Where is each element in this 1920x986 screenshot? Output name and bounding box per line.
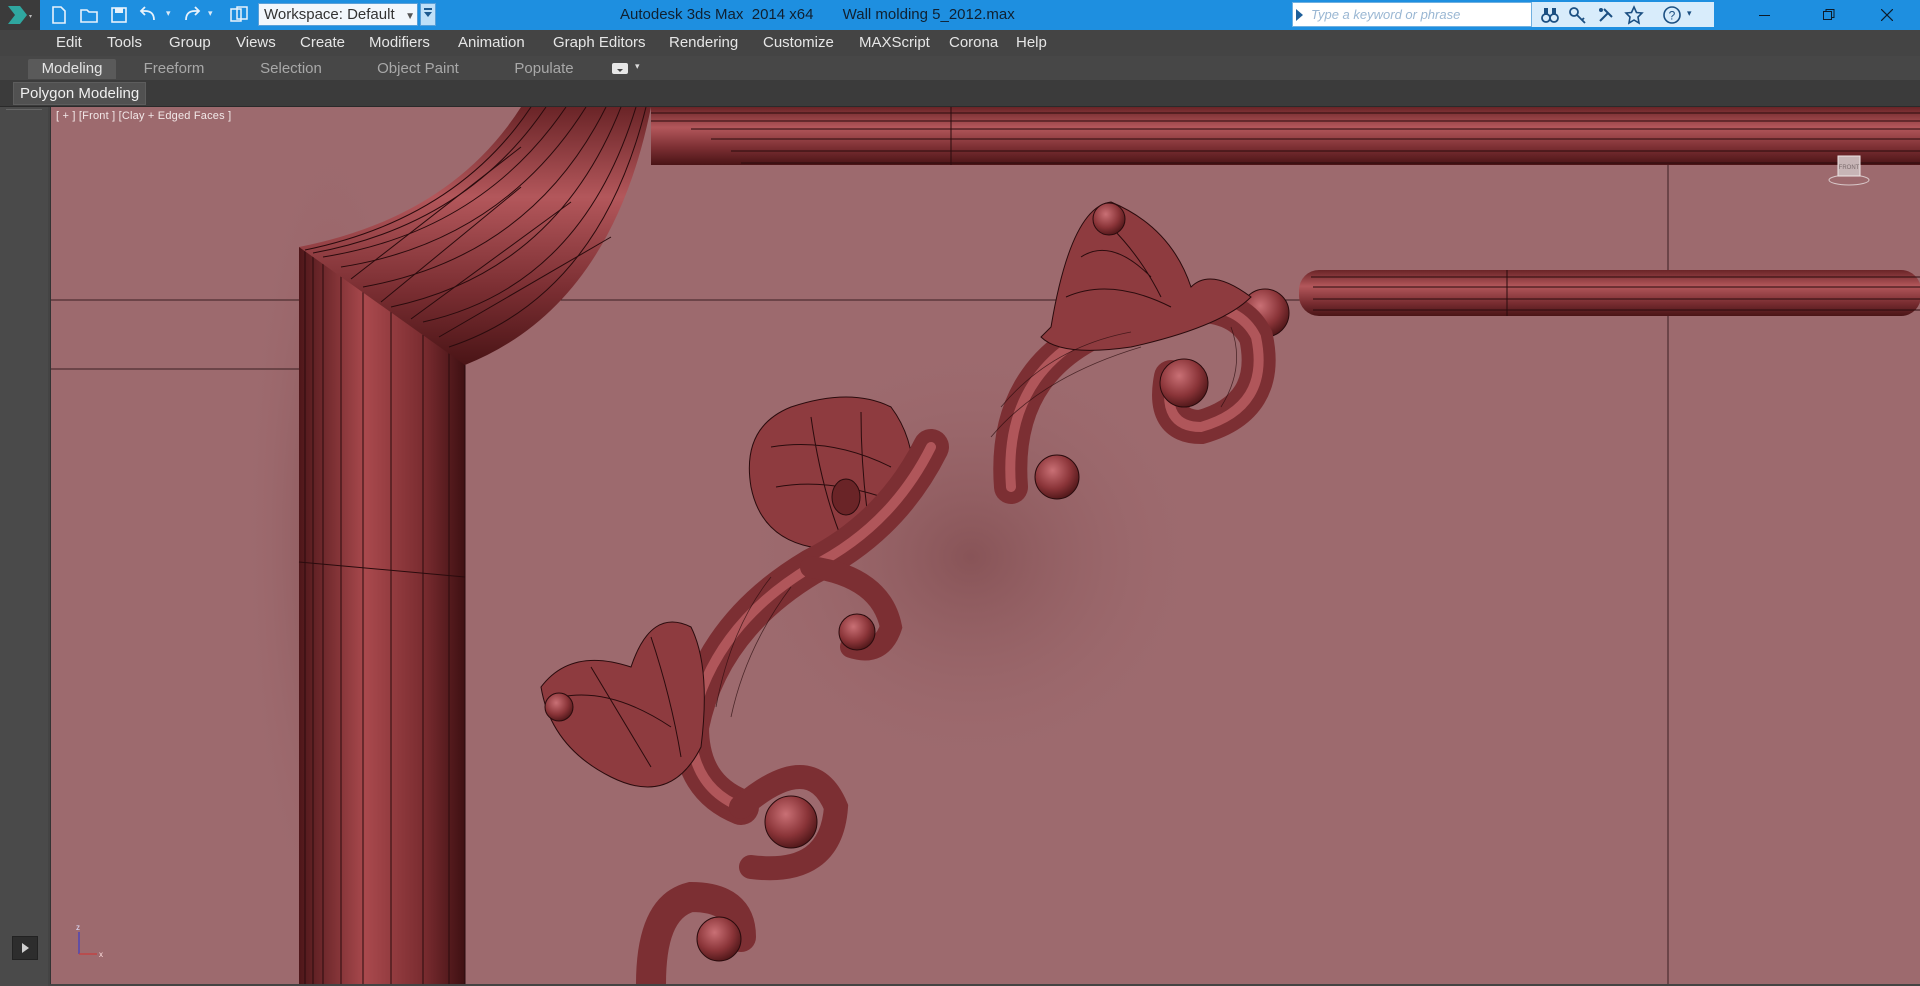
tab-freeform[interactable]: Freeform (130, 59, 218, 79)
menu-group[interactable]: Group (169, 34, 211, 51)
viewcube-icon[interactable]: FRONT (1827, 150, 1871, 190)
menu-bar: Edit Tools Group Views Create Modifiers … (0, 30, 1920, 56)
close-icon (1881, 9, 1893, 21)
app-title: Autodesk 3ds Max 2014 x64 (620, 6, 814, 23)
ribbon-options-icon[interactable] (612, 63, 628, 74)
workspace-value: Workspace: Default (264, 6, 395, 23)
workspace-select[interactable]: Workspace: Default ▼ (258, 3, 418, 26)
menu-corona[interactable]: Corona (949, 34, 998, 51)
search-placeholder: Type a keyword or phrase (1311, 7, 1461, 22)
menu-modifiers[interactable]: Modifiers (369, 34, 430, 51)
axis-x-label: x (99, 950, 103, 959)
ribbon-panel: Polygon Modeling (0, 80, 1920, 107)
app-menu-button[interactable] (0, 0, 40, 30)
undo-icon[interactable] (138, 4, 160, 26)
tab-populate[interactable]: Populate (500, 59, 588, 79)
molding-render (51, 107, 1920, 984)
strip-divider (6, 109, 42, 110)
menu-rendering[interactable]: Rendering (669, 34, 738, 51)
file-name: Wall molding 5_2012.max (842, 6, 1015, 23)
menu-maxscript[interactable]: MAXScript (859, 34, 930, 51)
menu-help[interactable]: Help (1016, 34, 1047, 51)
chevron-down-icon: ▼ (405, 11, 415, 22)
restore-icon (1823, 9, 1835, 20)
undo-dropdown-icon[interactable]: ▾ (166, 8, 171, 19)
viewport-label[interactable]: [ + ] [Front ] [Clay + Edged Faces ] (56, 110, 231, 122)
key-icon[interactable] (1568, 5, 1588, 25)
viewcube-label: FRONT (1839, 165, 1860, 171)
menu-create[interactable]: Create (300, 34, 345, 51)
menu-animation[interactable]: Animation (458, 34, 525, 51)
axis-z-label: z (76, 923, 80, 932)
tab-selection[interactable]: Selection (246, 59, 336, 79)
title-bar: ▾ ▾ Workspace: Default ▼ Autodesk 3ds Ma… (0, 0, 1920, 30)
svg-text:?: ? (1669, 9, 1676, 23)
infocenter-toolbar: ? ▾ (1532, 2, 1714, 27)
tab-modeling[interactable]: Modeling (28, 59, 116, 79)
axis-tripod-icon: z x (76, 923, 103, 959)
redo-icon[interactable] (180, 4, 202, 26)
help-icon[interactable]: ? (1662, 5, 1682, 25)
binoculars-icon[interactable] (1540, 5, 1560, 25)
workspace-options-button[interactable] (420, 3, 436, 26)
close-button[interactable] (1864, 0, 1910, 30)
menu-edit[interactable]: Edit (56, 34, 82, 51)
project-icon[interactable] (228, 4, 250, 26)
save-icon[interactable] (108, 4, 130, 26)
new-icon[interactable] (48, 4, 70, 26)
front-viewport[interactable]: [ + ] [Front ] [Clay + Edged Faces ] FRO… (50, 107, 1920, 984)
search-expand-icon[interactable] (1296, 9, 1303, 21)
restore-button[interactable] (1806, 0, 1852, 30)
minimize-button[interactable] (1742, 0, 1788, 30)
menu-graph-editors[interactable]: Graph Editors (553, 34, 646, 51)
max-logo-icon (8, 6, 32, 24)
ribbon-options-glyph-icon (617, 69, 623, 72)
help-dropdown-icon[interactable]: ▾ (1687, 8, 1692, 19)
ribbon-dropdown-icon[interactable]: ▾ (635, 61, 640, 72)
star-icon[interactable] (1624, 5, 1644, 25)
menu-tools[interactable]: Tools (107, 34, 142, 51)
open-icon[interactable] (78, 4, 100, 26)
ribbon-tab-bar: Modeling Freeform Selection Object Paint… (0, 56, 1920, 80)
star-tools-icon[interactable] (1596, 5, 1616, 25)
expand-icon (424, 8, 432, 17)
left-tool-strip (0, 107, 48, 986)
redo-dropdown-icon[interactable]: ▾ (208, 8, 213, 19)
menu-customize[interactable]: Customize (763, 34, 834, 51)
expand-play-button[interactable] (12, 936, 38, 960)
window-title: Autodesk 3ds Max 2014 x64 Wall molding 5… (620, 6, 1015, 23)
search-input[interactable]: Type a keyword or phrase (1292, 2, 1532, 27)
menu-views[interactable]: Views (236, 34, 276, 51)
tab-object-paint[interactable]: Object Paint (368, 59, 468, 79)
polygon-modeling-panel[interactable]: Polygon Modeling (13, 82, 147, 105)
minimize-icon (1759, 15, 1770, 16)
